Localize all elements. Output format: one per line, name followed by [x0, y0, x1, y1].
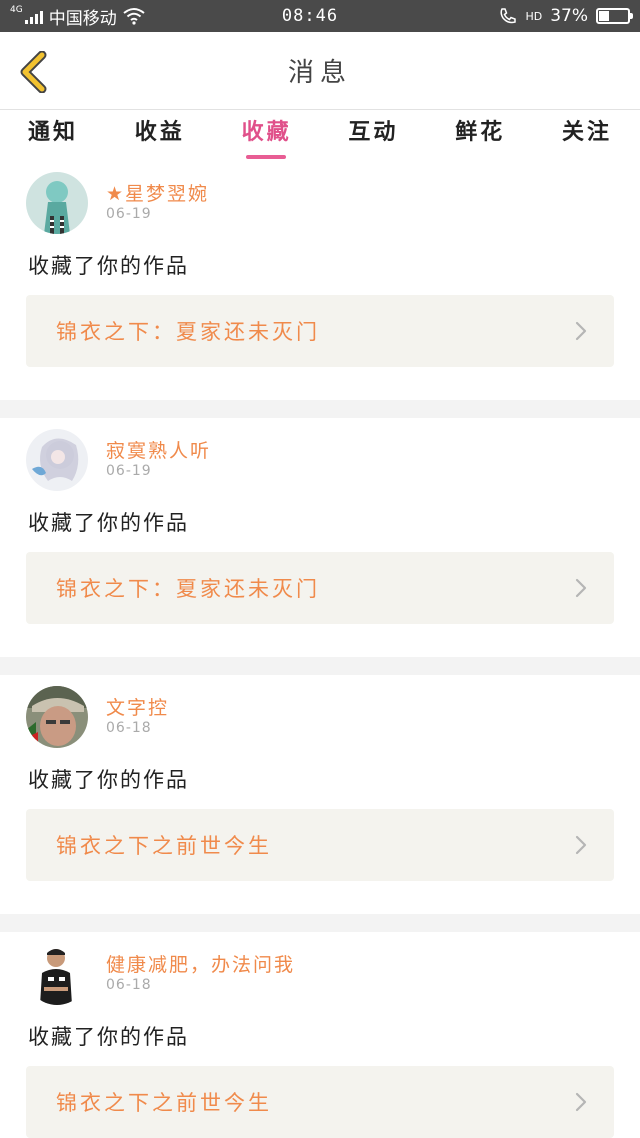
avatar[interactable]	[26, 686, 88, 748]
username[interactable]: ★星梦翌婉	[106, 179, 209, 206]
network-type: 4G	[10, 5, 23, 15]
message-date: 06-18	[106, 720, 152, 736]
username[interactable]: 文字控	[106, 693, 169, 720]
message-card: 健康减肥，办法问我 06-18 收藏了你的作品 锦衣之下之前世今生	[0, 932, 640, 1138]
back-button[interactable]	[14, 50, 54, 94]
tab-favorites[interactable]: 收藏	[242, 111, 292, 161]
avatar[interactable]	[26, 172, 88, 234]
signal-icon	[24, 8, 43, 24]
message-date: 06-19	[106, 463, 152, 479]
chevron-right-icon	[575, 578, 587, 598]
work-title: 锦衣之下：夏家还未灭门	[56, 577, 320, 601]
tab-notifications[interactable]: 通知	[28, 111, 78, 161]
work-link[interactable]: 锦衣之下：夏家还未灭门	[26, 552, 614, 624]
nav-bar: 消息	[0, 32, 640, 110]
status-bar: 4G 中国移动 08:46 HD 37%	[0, 0, 640, 32]
work-link[interactable]: 锦衣之下之前世今生	[26, 809, 614, 881]
tab-bar: 通知 收益 收藏 互动 鲜花 关注	[0, 111, 640, 161]
hd-indicator: HD	[525, 9, 543, 23]
work-link[interactable]: 锦衣之下：夏家还未灭门	[26, 295, 614, 367]
username[interactable]: 寂寞熟人听	[106, 436, 211, 463]
work-title: 锦衣之下之前世今生	[56, 1091, 272, 1115]
avatar[interactable]	[26, 429, 88, 491]
wifi-icon	[123, 8, 145, 25]
clock: 08:46	[281, 6, 339, 26]
tab-earnings[interactable]: 收益	[135, 111, 185, 161]
chevron-left-icon	[20, 51, 47, 93]
tab-flowers[interactable]: 鲜花	[455, 111, 505, 161]
card-separator	[0, 657, 640, 675]
card-separator	[0, 914, 640, 932]
chevron-right-icon	[575, 835, 587, 855]
username[interactable]: 健康减肥，办法问我	[106, 950, 295, 977]
phone-icon	[500, 8, 517, 24]
battery-icon	[596, 8, 633, 24]
action-text: 收藏了你的作品	[28, 511, 189, 535]
chevron-right-icon	[575, 321, 587, 341]
work-link[interactable]: 锦衣之下之前世今生	[26, 1066, 614, 1138]
action-text: 收藏了你的作品	[28, 768, 189, 792]
carrier-name: 中国移动	[48, 8, 117, 29]
message-date: 06-19	[106, 206, 152, 222]
avatar[interactable]	[26, 943, 88, 1005]
message-list: ★星梦翌婉 06-19 收藏了你的作品 锦衣之下：夏家还未灭门 寂寞熟人听 06…	[0, 161, 640, 1138]
tab-following[interactable]: 关注	[562, 111, 612, 161]
message-card: 文字控 06-18 收藏了你的作品 锦衣之下之前世今生	[0, 675, 640, 914]
work-title: 锦衣之下之前世今生	[56, 834, 272, 858]
chevron-right-icon	[575, 1092, 587, 1112]
action-text: 收藏了你的作品	[28, 1025, 189, 1049]
tab-interactions[interactable]: 互动	[348, 111, 398, 161]
page-title: 消息	[287, 58, 352, 88]
battery-percent: 37%	[550, 6, 588, 26]
card-separator	[0, 400, 640, 418]
message-date: 06-18	[106, 977, 152, 993]
message-card: ★星梦翌婉 06-19 收藏了你的作品 锦衣之下：夏家还未灭门	[0, 161, 640, 400]
work-title: 锦衣之下：夏家还未灭门	[56, 320, 320, 344]
status-right: HD 37%	[430, 6, 633, 26]
action-text: 收藏了你的作品	[28, 254, 189, 278]
message-card: 寂寞熟人听 06-19 收藏了你的作品 锦衣之下：夏家还未灭门	[0, 418, 640, 657]
